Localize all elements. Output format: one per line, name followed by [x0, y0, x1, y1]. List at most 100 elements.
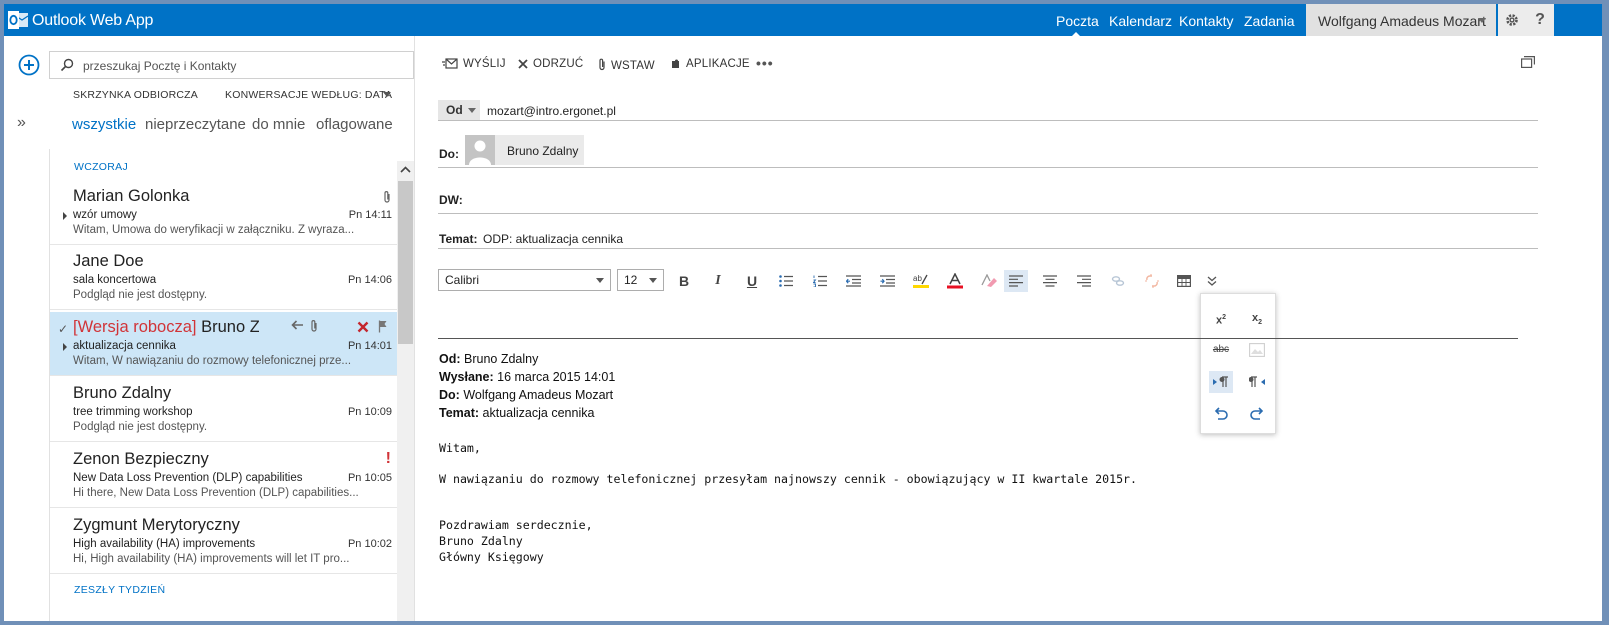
to-field-underline[interactable] [438, 167, 1538, 168]
message-item[interactable]: Zenon Bezpieczny ! New Data Loss Prevent… [50, 444, 397, 508]
remove-link-icon[interactable] [1140, 270, 1164, 292]
checkmark-icon[interactable]: ✓ [58, 322, 68, 336]
increase-indent-icon[interactable] [875, 270, 899, 292]
user-menu[interactable]: Wolfgang Amadeus Mozart [1306, 4, 1496, 36]
filter-unread[interactable]: nieprzeczytane [145, 116, 246, 133]
highlight-icon[interactable]: ab [909, 270, 933, 292]
message-subject: wzór umowy [73, 209, 137, 221]
filter-all[interactable]: wszystkie [72, 116, 136, 133]
more-formatting-chevron-icon[interactable] [1200, 270, 1224, 292]
search-input[interactable] [83, 57, 403, 75]
from-address: mozart@intro.ergonet.pl [487, 104, 616, 118]
quoted-from: Bruno Zdalny [464, 352, 539, 366]
ltr-direction-icon[interactable] [1209, 371, 1233, 393]
message-time: Pn 14:11 [348, 209, 392, 221]
discard-button[interactable]: ODRZUĆ [518, 58, 583, 70]
quoted-sent: 16 marca 2015 14:01 [497, 370, 616, 384]
quoted-to-line: Do: Wolfgang Amadeus Mozart [439, 386, 615, 404]
message-item[interactable]: Marian Golonka wzór umowy Pn 14:11 Witam… [50, 181, 397, 245]
nav-calendar[interactable]: Kalendarz [1109, 13, 1172, 29]
body-paragraph[interactable]: W nawiązaniu do rozmowy telefonicznej pr… [439, 472, 1137, 486]
settings-button[interactable] [1498, 4, 1526, 36]
message-item-selected[interactable]: ✓ [Wersja robocza] Bruno Zdalny aktualiz… [50, 312, 397, 376]
top-bar: Outlook Web App Poczta Kalendarz Kontakt… [4, 4, 1602, 36]
cc-field-underline[interactable] [438, 213, 1538, 214]
send-label: WYŚLIJ [463, 58, 506, 70]
body-closing[interactable]: Pozdrawiam serdecznie, [439, 518, 593, 532]
scrollbar-thumb[interactable] [398, 181, 413, 344]
group-header-last-week: ZESZŁY TYDZIEŃ [74, 584, 166, 596]
avatar [465, 135, 495, 165]
signature-title[interactable]: Główny Księgowy [439, 550, 544, 564]
redo-icon[interactable] [1245, 403, 1269, 425]
message-sender-name: Bruno Zdalny [201, 318, 259, 336]
nav-mail[interactable]: Poczta [1056, 13, 1099, 29]
quoted-from-label: Od: [439, 352, 461, 366]
discard-label: ODRZUĆ [533, 58, 584, 70]
help-button[interactable]: ? [1526, 4, 1554, 36]
bullet-list-icon[interactable] [774, 270, 798, 292]
search-box[interactable] [49, 51, 414, 79]
apps-button[interactable]: APLIKACJE [670, 58, 750, 70]
align-right-icon[interactable] [1072, 270, 1096, 292]
italic-icon[interactable]: I [706, 270, 730, 292]
message-item[interactable]: Bruno Zdalny tree trimming workshop Pn 1… [50, 378, 397, 442]
nav-tasks[interactable]: Zadania [1244, 13, 1295, 29]
scroll-up-arrow-icon[interactable] [397, 161, 414, 179]
message-item[interactable]: Jane Doe sala koncertowa Pn 14:06 Podglą… [50, 246, 397, 310]
undo-icon[interactable] [1209, 403, 1233, 425]
body-greeting[interactable]: Witam, [439, 441, 481, 455]
sort-by-dropdown[interactable]: KONWERSACJE WEDŁUG: DATA [225, 89, 392, 101]
delete-x-icon[interactable] [357, 321, 369, 333]
new-mail-plus-icon[interactable] [18, 54, 40, 76]
underline-icon[interactable]: U [740, 270, 764, 292]
insert-button[interactable]: WSTAW [598, 58, 655, 72]
font-size-value: 12 [624, 273, 638, 287]
expand-folders-icon[interactable]: » [17, 114, 26, 132]
svg-text:ab: ab [913, 274, 922, 283]
align-center-icon[interactable] [1038, 270, 1062, 292]
draft-tag: [Wersja robocza] [73, 318, 197, 336]
reply-arrow-icon[interactable] [290, 319, 304, 331]
filter-to-me[interactable]: do mnie [252, 116, 305, 133]
message-sender: [Wersja robocza] Bruno Zdalny [73, 318, 259, 337]
flag-icon[interactable] [378, 320, 388, 333]
from-dropdown-button[interactable]: Od [438, 100, 480, 120]
strikethrough-icon[interactable]: abc [1209, 339, 1233, 361]
bold-icon[interactable]: B [672, 270, 696, 292]
font-size-select[interactable]: 12 [617, 269, 664, 291]
signature-name[interactable]: Bruno Zdalny [439, 534, 523, 548]
to-label: Do: [439, 147, 459, 161]
quoted-from-line: Od: Bruno Zdalny [439, 350, 615, 368]
pop-out-icon[interactable] [1521, 56, 1535, 68]
from-label: Od [446, 103, 463, 117]
chevron-down-icon[interactable] [383, 92, 391, 97]
superscript-icon[interactable]: x2 [1209, 307, 1233, 329]
numbered-list-icon[interactable] [808, 270, 832, 292]
message-item[interactable]: Zygmunt Merytoryczny High availability (… [50, 510, 397, 574]
insert-link-icon[interactable] [1106, 270, 1130, 292]
rtl-direction-icon[interactable] [1245, 371, 1269, 393]
align-left-icon[interactable] [1004, 270, 1028, 292]
expand-conversation-icon[interactable] [63, 343, 67, 351]
subject-input[interactable]: ODP: aktualizacja cennika [483, 232, 623, 246]
insert-table-icon[interactable] [1172, 270, 1196, 292]
subscript-icon[interactable]: x2 [1245, 307, 1269, 329]
decrease-indent-icon[interactable] [841, 270, 865, 292]
more-options-button[interactable]: ••• [756, 55, 774, 71]
recipient-chip[interactable]: Bruno Zdalny [465, 135, 584, 165]
font-family-select[interactable]: Calibri [438, 269, 611, 291]
active-nav-indicator-icon [1072, 32, 1080, 36]
message-time: Pn 14:06 [347, 274, 392, 286]
message-subject: High availability (HA) improvements [73, 538, 256, 550]
nav-contacts[interactable]: Kontakty [1179, 13, 1233, 29]
user-name: Wolfgang Amadeus Mozart [1318, 13, 1486, 29]
chevron-down-icon [596, 278, 604, 283]
insert-image-icon[interactable] [1245, 339, 1269, 361]
clear-formatting-icon[interactable] [977, 270, 1001, 292]
font-color-icon[interactable] [943, 270, 967, 292]
message-list-scrollbar[interactable] [397, 161, 414, 621]
send-button[interactable]: WYŚLIJ [442, 58, 506, 70]
filter-flagged[interactable]: oflagowane [316, 116, 393, 133]
expand-conversation-icon[interactable] [63, 212, 67, 220]
